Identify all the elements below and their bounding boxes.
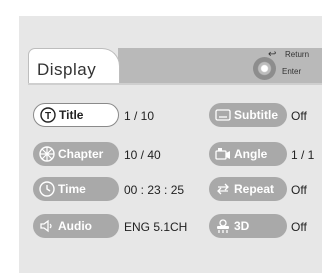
chapter-label: Chapter [58,147,104,161]
time-value: 00 : 23 : 25 [124,183,185,197]
chapter-icon [39,146,55,162]
nav-knob-icon [253,57,276,80]
svg-text:T: T [45,111,51,122]
divider [28,83,322,85]
return-label: Return [285,50,310,59]
chapter-button[interactable]: Chapter [33,142,119,166]
audio-label: Audio [58,219,92,233]
3d-label: 3D [234,219,250,233]
subtitle-button[interactable]: Subtitle [209,103,287,127]
angle-button[interactable]: Angle [209,142,287,166]
title-value: 1 / 10 [124,109,155,123]
angle-icon [215,146,231,162]
repeat-label: Repeat [234,182,275,196]
time-button[interactable]: Time [33,177,119,201]
repeat-button[interactable]: Repeat [209,177,287,201]
enter-label: Enter [282,67,302,76]
3d-icon [215,218,231,234]
chapter-value: 10 / 40 [124,148,161,162]
angle-value: 1 / 1 [291,148,315,162]
tab-label: Display [37,60,97,79]
time-icon [39,181,55,197]
repeat-value: Off [291,183,307,197]
title-label: Title [59,108,84,122]
title-button[interactable]: T Title [33,103,119,127]
3d-button[interactable]: 3D [209,214,287,238]
title-icon: T [40,107,56,123]
audio-icon [39,218,55,234]
subtitle-label: Subtitle [234,108,278,122]
time-label: Time [58,182,86,196]
audio-value: ENG 5.1CH [124,220,188,234]
subtitle-value: Off [291,109,307,123]
subtitle-icon [215,107,231,123]
angle-label: Angle [234,147,268,161]
repeat-icon [215,181,231,197]
return-arrow-icon: ↩ [268,49,277,60]
tab-display[interactable]: Display [28,48,120,84]
audio-button[interactable]: Audio [33,214,119,238]
3d-value: Off [291,220,307,234]
